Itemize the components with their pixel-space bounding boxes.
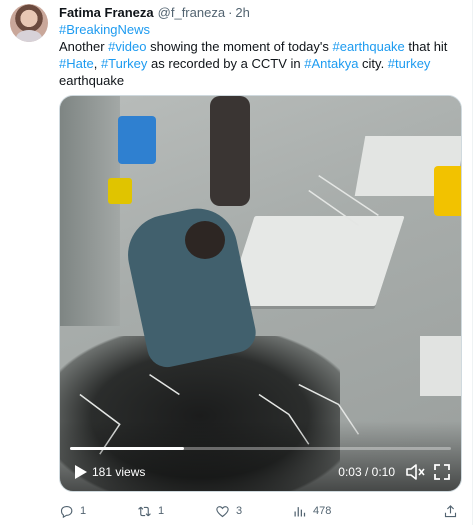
avatar[interactable] (10, 4, 48, 42)
tweet-text-segment: city. (358, 56, 388, 71)
tweet-actions: 1 1 3 478 (59, 500, 464, 522)
tweet-text-line: earthquake (59, 72, 464, 89)
tweet-text-segment: as recorded by a CCTV in (147, 56, 305, 71)
hashtag-link[interactable]: #earthquake (333, 39, 405, 54)
video-player[interactable]: 181 views 0:03 / 0:10 (59, 95, 462, 492)
hashtag-link[interactable]: #BreakingNews (59, 22, 150, 37)
tweet-text-segment: earthquake (59, 73, 125, 88)
author-name[interactable]: Fatima Franeza (59, 5, 154, 20)
fullscreen-icon[interactable] (433, 463, 451, 481)
reply-count: 1 (80, 505, 87, 517)
video-views: 181 views (92, 465, 146, 479)
hashtag-link[interactable]: #Turkey (101, 56, 147, 71)
tweet-text-line: #BreakingNews (59, 21, 464, 38)
share-button[interactable] (443, 500, 458, 522)
progress-bar[interactable] (70, 447, 451, 450)
tweet-text-segment: that hit (404, 39, 448, 54)
volume-icon[interactable] (405, 463, 425, 481)
tweet-text-line: #Hate, #Turkey as recorded by a CCTV in … (59, 55, 464, 72)
tweet-text-segment: showing the moment of today's (146, 39, 333, 54)
hashtag-link[interactable]: #turkey (388, 56, 431, 71)
author-handle[interactable]: @f_franeza (158, 5, 225, 20)
views-count: 478 (313, 505, 332, 517)
tweet-text-line: Another #video showing the moment of tod… (59, 38, 464, 55)
tweet-text-segment: , (93, 56, 101, 71)
retweet-count: 1 (158, 505, 165, 517)
heart-icon (216, 505, 229, 517)
timestamp[interactable]: 2h (235, 5, 249, 20)
like-button[interactable]: 3 (215, 500, 242, 522)
separator-dot: · (228, 4, 233, 20)
tweet[interactable]: Fatima Franeza @f_franeza · 2h #Breaking… (0, 0, 473, 525)
hashtag-link[interactable]: #video (108, 39, 146, 54)
share-icon (444, 504, 457, 517)
hashtag-link[interactable]: #Hate (59, 56, 94, 71)
video-time: 0:03 / 0:10 (338, 465, 395, 479)
tweet-text-segment: Another (59, 39, 109, 54)
retweet-icon (138, 506, 151, 516)
video-controls: 181 views 0:03 / 0:10 (60, 453, 461, 491)
reply-icon (60, 505, 73, 518)
progress-fill (70, 447, 185, 450)
retweet-button[interactable]: 1 (137, 500, 164, 522)
like-count: 3 (236, 505, 243, 517)
hashtag-link[interactable]: #Antakya (304, 56, 358, 71)
views-button[interactable]: 478 (292, 500, 331, 522)
play-icon[interactable] (70, 462, 90, 482)
tweet-text: #BreakingNews Another #video showing the … (59, 21, 464, 89)
analytics-icon (294, 506, 306, 516)
tweet-header: Fatima Franeza @f_franeza · 2h (59, 4, 250, 20)
reply-button[interactable]: 1 (59, 500, 86, 522)
